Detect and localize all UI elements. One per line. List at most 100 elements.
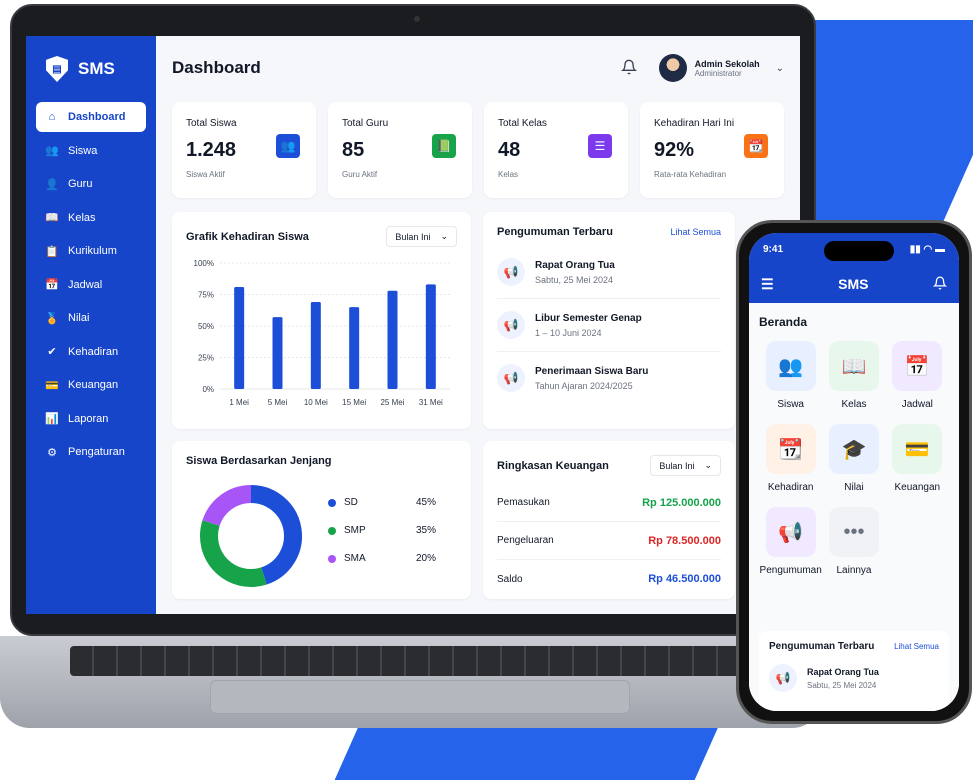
book-open-icon: 📖 xyxy=(828,341,879,391)
sidebar-item-siswa[interactable]: 👥 Siswa xyxy=(36,136,146,166)
sidebar-item-kelas[interactable]: 📖 Kelas xyxy=(36,203,146,233)
finance-row: Pengeluaran Rp 78.500.000 xyxy=(497,522,721,560)
levels-card: Siswa Berdasarkan Jenjang SD 45% SMP 35%… xyxy=(172,441,471,599)
announcement-title: Penerimaan Siswa Baru xyxy=(535,365,649,377)
chevron-down-icon: ⌄ xyxy=(775,62,784,74)
phone-tile-siswa[interactable]: 👥 Siswa xyxy=(759,341,822,410)
stat-card[interactable]: Kehadiran Hari Ini 92% Rata-rata Kehadir… xyxy=(640,102,784,198)
more-icon: ••• xyxy=(828,507,879,557)
phone-announcements: Pengumuman Terbaru Lihat Semua 📢 Rapat O… xyxy=(759,631,949,711)
calendar-check-icon: 📆 xyxy=(744,134,768,158)
app-name: SMS xyxy=(78,59,115,78)
legend-label: SMP xyxy=(344,525,366,536)
bar[interactable] xyxy=(234,286,245,389)
phone-tile-keuangan[interactable]: 💳 Keuangan xyxy=(886,424,949,493)
x-tick-label: 1 Mei xyxy=(229,398,249,407)
bar[interactable] xyxy=(310,302,321,389)
phone-tile-kelas[interactable]: 📖 Kelas xyxy=(822,341,885,410)
sidebar-item-laporan[interactable]: 📊 Laporan xyxy=(36,404,146,434)
x-tick-label: 15 Mei xyxy=(342,398,366,407)
levels-title: Siswa Berdasarkan Jenjang xyxy=(186,455,332,467)
calendar-icon: 📅 xyxy=(45,279,59,291)
see-all-link[interactable]: Lihat Semua xyxy=(670,227,721,237)
attendance-period-value: Bulan Ini xyxy=(395,231,431,242)
announcement-item[interactable]: 📢 Rapat Orang Tua Sabtu, 25 Mei 2024 xyxy=(497,246,721,299)
calendar-icon: 📅 xyxy=(892,341,943,391)
donut-slice-sd[interactable] xyxy=(250,485,302,585)
home-icon: ⌂ xyxy=(48,111,56,123)
phone-tile-nilai[interactable]: 🎓 Nilai xyxy=(822,424,885,493)
phone-tile-jadwal[interactable]: 📅 Jadwal xyxy=(886,341,949,410)
sidebar-item-kurikulum[interactable]: 📋 Kurikulum xyxy=(36,236,146,266)
announcement-date: Sabtu, 25 Mei 2024 xyxy=(535,274,614,285)
phone-announcement-item[interactable]: 📢 Rapat Orang Tua Sabtu, 25 Mei 2024 xyxy=(769,664,939,692)
bar[interactable] xyxy=(387,290,398,389)
bell-icon[interactable] xyxy=(620,59,639,77)
sidebar-item-jadwal[interactable]: 📅 Jadwal xyxy=(36,270,146,300)
legend-label: SD xyxy=(344,497,358,508)
sidebar-item-pengaturan[interactable]: ⚙ Pengaturan xyxy=(36,437,146,467)
finance-period-value: Bulan Ini xyxy=(659,460,695,471)
phone-tile-lainnya[interactable]: ••• Lainnya xyxy=(822,507,885,576)
bar[interactable] xyxy=(349,307,360,389)
donut-slice-smp[interactable] xyxy=(200,520,267,587)
calendar-check-icon: 📆 xyxy=(765,424,816,474)
finance-period-select[interactable]: Bulan Ini ⌄ xyxy=(650,455,721,476)
stat-card[interactable]: Total Guru 85 Guru Aktif 📗 xyxy=(328,102,472,198)
sidebar-item-guru[interactable]: 👤 Guru xyxy=(36,169,146,199)
phone-tile-pengumuman[interactable]: 📢 Pengumuman xyxy=(759,507,822,576)
sidebar-item-label: Siswa xyxy=(68,144,98,157)
announcements-card: Pengumuman Terbaru Lihat Semua 📢 Rapat O… xyxy=(483,212,735,429)
y-tick-label: 0% xyxy=(202,385,214,394)
announcement-item[interactable]: 📢 Penerimaan Siswa Baru Tahun Ajaran 202… xyxy=(497,352,721,404)
laptop-frame: ▤ SMS ⌂ Dashboard 👥 Siswa 👤 Guru 📖 Kelas 📋 Kuriku… xyxy=(10,4,816,636)
book-icon: 📗 xyxy=(432,134,456,158)
stat-card[interactable]: Total Siswa 1.248 Siswa Aktif 👥 xyxy=(172,102,316,198)
wallet-icon: 💳 xyxy=(45,379,59,392)
bell-icon[interactable] xyxy=(932,276,948,293)
menu-icon[interactable]: ☰ xyxy=(761,276,774,293)
phone-tile-label: Lainnya xyxy=(836,565,872,576)
sidebar-item-dashboard[interactable]: ⌂ Dashboard xyxy=(36,102,146,132)
bar[interactable] xyxy=(272,317,283,389)
sidebar: ▤ SMS ⌂ Dashboard 👥 Siswa 👤 Guru 📖 Kelas 📋 Kuriku… xyxy=(26,36,156,614)
finance-rows: Pemasukan Rp 125.000.000 Pengeluaran Rp 7… xyxy=(497,484,721,598)
legend-dot xyxy=(328,526,336,535)
app-logo[interactable]: ▤ SMS xyxy=(36,52,146,102)
sidebar-item-label: Nilai xyxy=(68,312,90,324)
announcement-date: 1 – 10 Juni 2024 xyxy=(535,327,602,338)
user-role: Administrator xyxy=(694,68,742,78)
finance-card: Ringkasan Keuangan Bulan Ini ⌄ Pemasukan… xyxy=(483,441,735,599)
announcement-item[interactable]: 📢 Libur Semester Genap 1 – 10 Juni 2024 xyxy=(497,299,721,352)
phone-tile-kehadiran[interactable]: 📆 Kehadiran xyxy=(759,424,822,493)
laptop-screen: ▤ SMS ⌂ Dashboard 👥 Siswa 👤 Guru 📖 Kelas 📋 Kuriku… xyxy=(26,36,800,614)
legend-dot xyxy=(328,554,336,563)
phone-tile-label: Siswa xyxy=(777,399,804,410)
donut-slice-sma[interactable] xyxy=(202,485,252,527)
users-icon: 👥 xyxy=(765,341,816,391)
avatar xyxy=(658,54,687,82)
sidebar-item-label: Dashboard xyxy=(68,111,126,123)
phone-see-all-link[interactable]: Lihat Semua xyxy=(894,642,939,651)
sidebar-item-kehadiran[interactable]: ✔ Kehadiran xyxy=(36,337,146,367)
stat-sub: Rata-rata Kehadiran xyxy=(654,170,727,179)
attendance-period-select[interactable]: Bulan Ini ⌄ xyxy=(386,226,457,247)
sidebar-item-keuangan[interactable]: 💳 Keuangan xyxy=(36,370,146,400)
finance-row: Saldo Rp 46.500.000 xyxy=(497,560,721,598)
phone-tile-label: Kelas xyxy=(841,399,867,410)
finance-amount: Rp 78.500.000 xyxy=(648,534,721,547)
finance-amount: Rp 46.500.000 xyxy=(648,573,721,585)
sidebar-item-label: Laporan xyxy=(68,412,109,425)
announcement-list: 📢 Rapat Orang Tua Sabtu, 25 Mei 2024 📢 Li… xyxy=(497,246,721,404)
y-tick-label: 100% xyxy=(194,259,214,268)
sidebar-nav: ⌂ Dashboard 👥 Siswa 👤 Guru 📖 Kelas 📋 Kurikulum 📅 Ja… xyxy=(36,102,146,467)
sidebar-item-nilai[interactable]: 🏅 Nilai xyxy=(36,303,146,333)
stat-card[interactable]: Total Kelas 48 Kelas ☰ xyxy=(484,102,628,198)
sidebar-item-label: Kurikulum xyxy=(68,245,117,257)
bar[interactable] xyxy=(425,284,436,389)
phone-menu-grid: 👥 Siswa 📖 Kelas 📅 Jadwal 📆 Kehadiran 🎓 Nilai… xyxy=(759,341,949,576)
user-menu[interactable]: Admin Sekolah Administrator ⌄ xyxy=(658,54,784,82)
phone-tile-label: Pengumuman xyxy=(759,565,822,576)
phone-tile-label: Kehadiran xyxy=(767,482,814,493)
megaphone-icon: 📢 xyxy=(769,664,797,692)
